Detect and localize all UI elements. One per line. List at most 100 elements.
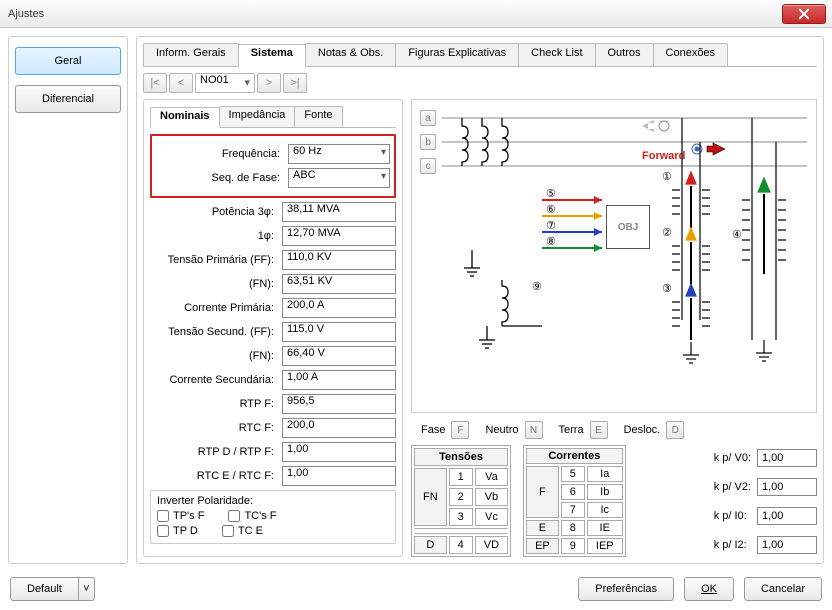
chk-tpd[interactable]: TP D	[157, 525, 198, 537]
kpi2-input[interactable]	[757, 536, 817, 554]
svg-text:③: ③	[662, 283, 672, 295]
main-tabs: Inform. Gerais Sistema Notas & Obs. Figu…	[143, 43, 817, 67]
polarity-box: Inverter Polaridade: TP's F TC's F TP D …	[150, 490, 396, 544]
chk-tcsf[interactable]: TC's F	[228, 510, 276, 522]
tensoes-1n: 1	[449, 468, 473, 486]
nav-next-button[interactable]: >	[257, 73, 281, 93]
rtpd-label: RTP D / RTP F:	[150, 446, 278, 458]
kpi0-input[interactable]	[757, 507, 817, 525]
tpff-input[interactable]: 110,0 KV	[282, 250, 396, 270]
default-button[interactable]: Default	[10, 577, 79, 601]
corrprim-input[interactable]: 200,0 A	[282, 298, 396, 318]
kpv2-input[interactable]	[757, 478, 817, 496]
close-icon	[798, 8, 810, 20]
chk-tpsf-input[interactable]	[157, 510, 169, 522]
legend-row: FaseF NeutroN TerraE Desloc.D	[411, 421, 817, 439]
tsff-input[interactable]: 115,0 V	[282, 322, 396, 342]
legend-fase-label: Fase	[421, 424, 445, 436]
tensoes-2: Vb	[475, 488, 508, 506]
nav-last-button[interactable]: >|	[283, 73, 307, 93]
tsfn-input[interactable]: 66,40 V	[282, 346, 396, 366]
tsfn-label: (FN):	[150, 350, 278, 362]
tpfn-input[interactable]: 63,51 KV	[282, 274, 396, 294]
correntes-2: Ib	[587, 484, 623, 500]
nav-select[interactable]: NO01	[195, 73, 255, 93]
sidebar-diferencial-button[interactable]: Diferencial	[15, 85, 121, 113]
tensoes-4n: 4	[449, 536, 473, 554]
kpv2-label: k p/ V2:	[714, 481, 751, 493]
kpi2-label: k p/ I2:	[714, 539, 751, 551]
legend-fase-box[interactable]: F	[451, 421, 469, 439]
tensoes-3n: 3	[449, 508, 473, 526]
legend-neutro-label: Neutro	[485, 424, 518, 436]
kpv0-input[interactable]	[757, 449, 817, 467]
rtcf-input[interactable]: 200,0	[282, 418, 396, 438]
legend-desloc-label: Desloc.	[624, 424, 661, 436]
preferencias-button[interactable]: Preferências	[578, 577, 674, 601]
tensoes-4: VD	[475, 536, 508, 554]
window-title: Ajustes	[8, 8, 44, 20]
seqfase-select[interactable]: ABC	[288, 168, 390, 188]
tab-sistema[interactable]: Sistema	[238, 44, 306, 67]
corrsec-input[interactable]: 1,00 A	[282, 370, 396, 390]
kpi0-label: k p/ I0:	[714, 510, 751, 522]
subtab-nominais[interactable]: Nominais	[150, 107, 220, 128]
svg-text:④: ④	[732, 229, 742, 241]
legend-neutro-box[interactable]: N	[525, 421, 543, 439]
rtce-input[interactable]: 1,00	[282, 466, 396, 486]
chk-tpsf[interactable]: TP's F	[157, 510, 204, 522]
right-column: a b c Forward OBJ	[411, 99, 817, 557]
tensoes-side-d: D	[414, 536, 447, 554]
pot3-input[interactable]: 38,11 MVA	[282, 202, 396, 222]
legend-desloc-box[interactable]: D	[666, 421, 684, 439]
tab-inform[interactable]: Inform. Gerais	[143, 43, 239, 66]
correntes-4: IE	[587, 520, 623, 536]
tab-notas[interactable]: Notas & Obs.	[305, 43, 396, 66]
highlighted-box: Frequência: 60 Hz Seq. de Fase: ABC	[150, 134, 396, 198]
left-sidebar: Geral Diferencial	[8, 36, 128, 564]
default-dropdown-button[interactable]: ˅	[79, 577, 95, 601]
legend-terra-box[interactable]: E	[590, 421, 608, 439]
kp-panel: k p/ V0: k p/ V2: k p/ I0: k p/ I2:	[714, 445, 817, 557]
chk-tce-input[interactable]	[222, 525, 234, 537]
chk-tcsf-input[interactable]	[228, 510, 240, 522]
nav-prev-button[interactable]: <	[169, 73, 193, 93]
tpfn-label: (FN):	[150, 278, 278, 290]
tensoes-2n: 2	[449, 488, 473, 506]
chk-tce[interactable]: TC E	[222, 525, 263, 537]
sidebar-geral-button[interactable]: Geral	[15, 47, 121, 75]
cancel-button[interactable]: Cancelar	[744, 577, 822, 601]
close-button[interactable]	[782, 4, 826, 24]
correntes-1: Ia	[587, 466, 623, 482]
svg-text:①: ①	[662, 171, 672, 183]
rtce-label: RTC E / RTC F:	[150, 470, 278, 482]
tensoes-1: Va	[475, 468, 508, 486]
corrsec-label: Corrente Secundária:	[150, 374, 278, 386]
corrprim-label: Corrente Primária:	[150, 302, 278, 314]
rtpf-input[interactable]: 956,5	[282, 394, 396, 414]
subtab-fonte[interactable]: Fonte	[294, 106, 342, 127]
subtab-impedancia[interactable]: Impedância	[219, 106, 296, 127]
ok-button[interactable]: OK	[684, 577, 734, 601]
correntes-5n: 9	[561, 538, 585, 554]
chk-tpd-input[interactable]	[157, 525, 169, 537]
tpff-label: Tensão Primária (FF):	[150, 254, 278, 266]
rtpd-input[interactable]: 1,00	[282, 442, 396, 462]
record-nav: |< < NO01 > >|	[143, 73, 817, 93]
svg-text:⑧: ⑧	[546, 236, 556, 248]
tab-checklist[interactable]: Check List	[518, 43, 595, 66]
frequencia-label: Frequência:	[156, 148, 284, 160]
tensoes-table: Tensões FN1Va 2Vb 3Vc D4VD	[411, 445, 511, 557]
tab-outros[interactable]: Outros	[595, 43, 654, 66]
frequencia-select[interactable]: 60 Hz	[288, 144, 390, 164]
correntes-side-f: F	[526, 466, 559, 518]
nav-first-button[interactable]: |<	[143, 73, 167, 93]
chk-tce-label: TC E	[238, 525, 263, 537]
correntes-side-ep: EP	[526, 538, 559, 554]
tab-conexoes[interactable]: Conexões	[653, 43, 729, 66]
correntes-5: IEP	[587, 538, 623, 554]
chk-tpd-label: TP D	[173, 525, 198, 537]
tab-figuras[interactable]: Figuras Explicativas	[395, 43, 519, 66]
chk-tcsf-label: TC's F	[244, 510, 276, 522]
pot1-input[interactable]: 12,70 MVA	[282, 226, 396, 246]
